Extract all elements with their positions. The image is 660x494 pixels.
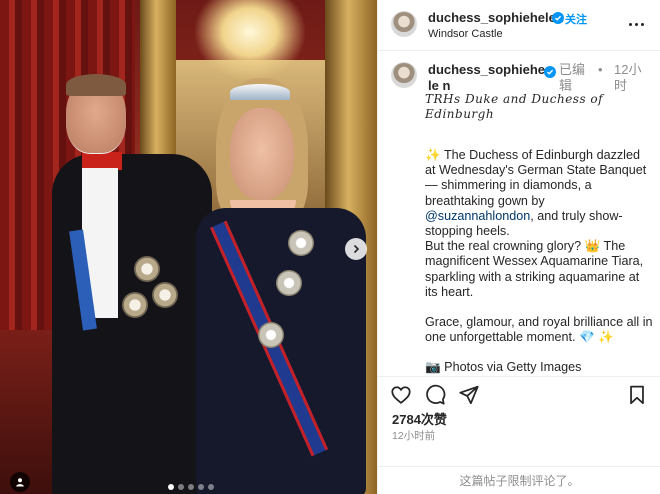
- caption-avatar[interactable]: [391, 62, 417, 88]
- photo-credit: 📷 Photos via Getty Images: [425, 360, 582, 375]
- carousel-next-button[interactable]: [345, 238, 367, 260]
- share-icon[interactable]: [458, 384, 480, 406]
- post-time-ago[interactable]: 12小时前: [392, 428, 435, 443]
- caption-paragraph: But the real crowning glory? 👑 The magni…: [425, 239, 644, 299]
- carousel-dot: [188, 484, 194, 490]
- comment-icon[interactable]: [424, 384, 446, 406]
- bookmark-icon[interactable]: [626, 384, 648, 406]
- more-options-icon[interactable]: [626, 17, 646, 31]
- author-avatar[interactable]: [391, 11, 417, 37]
- caption-paragraph: ✨ The Duchess of Edinburgh dazzled at We…: [425, 148, 647, 239]
- caption-script-line: TRHs Duke and Duchess of Edinburgh: [425, 92, 604, 121]
- carousel-dot: [178, 484, 184, 490]
- verified-badge-icon: [544, 66, 556, 78]
- user-tag-button[interactable]: [10, 472, 30, 492]
- action-bar: [378, 376, 660, 412]
- post-side-panel: duchess_sophiehelen 关注 Windsor Castle du…: [377, 0, 660, 494]
- carousel-dot: [168, 484, 174, 490]
- caption-paragraph: Grace, glamour, and royal brilliance all…: [425, 315, 653, 345]
- edited-label: 已编辑: [559, 62, 586, 93]
- follow-button[interactable]: 关注: [565, 11, 587, 27]
- carousel-dot: [208, 484, 214, 490]
- meta-separator: •: [598, 62, 603, 77]
- heart-icon[interactable]: [390, 384, 412, 406]
- caption-username[interactable]: duchess_sophiehele n: [428, 62, 546, 94]
- caption-time[interactable]: 12小时: [614, 62, 654, 94]
- comments-disabled-notice: 这篇帖子限制评论了。: [378, 466, 660, 494]
- author-username[interactable]: duchess_sophiehelen: [428, 10, 564, 25]
- photo-chandelier: [195, 0, 305, 80]
- photo-duchess-figure: [190, 78, 370, 494]
- post-caption: duchess_sophiehele n 已编辑 • 12小时 TRHs Duk…: [378, 52, 660, 376]
- post-photo[interactable]: [0, 0, 377, 494]
- user-tag-icon: [16, 478, 24, 487]
- mention-link[interactable]: @suzannahlondon: [425, 209, 530, 223]
- carousel-dot: [198, 484, 204, 490]
- caption-text: TRHs Duke and Duchess of Edinburgh ✨ The…: [425, 92, 653, 376]
- verified-badge-icon: [552, 12, 564, 24]
- photo-duke-figure: [52, 70, 212, 494]
- post-location[interactable]: Windsor Castle: [428, 28, 503, 40]
- like-count[interactable]: 2784次赞: [392, 409, 447, 428]
- chevron-right-icon: [353, 244, 360, 254]
- post-header: duchess_sophiehelen 关注 Windsor Castle: [378, 0, 660, 51]
- carousel-dots: [168, 484, 214, 490]
